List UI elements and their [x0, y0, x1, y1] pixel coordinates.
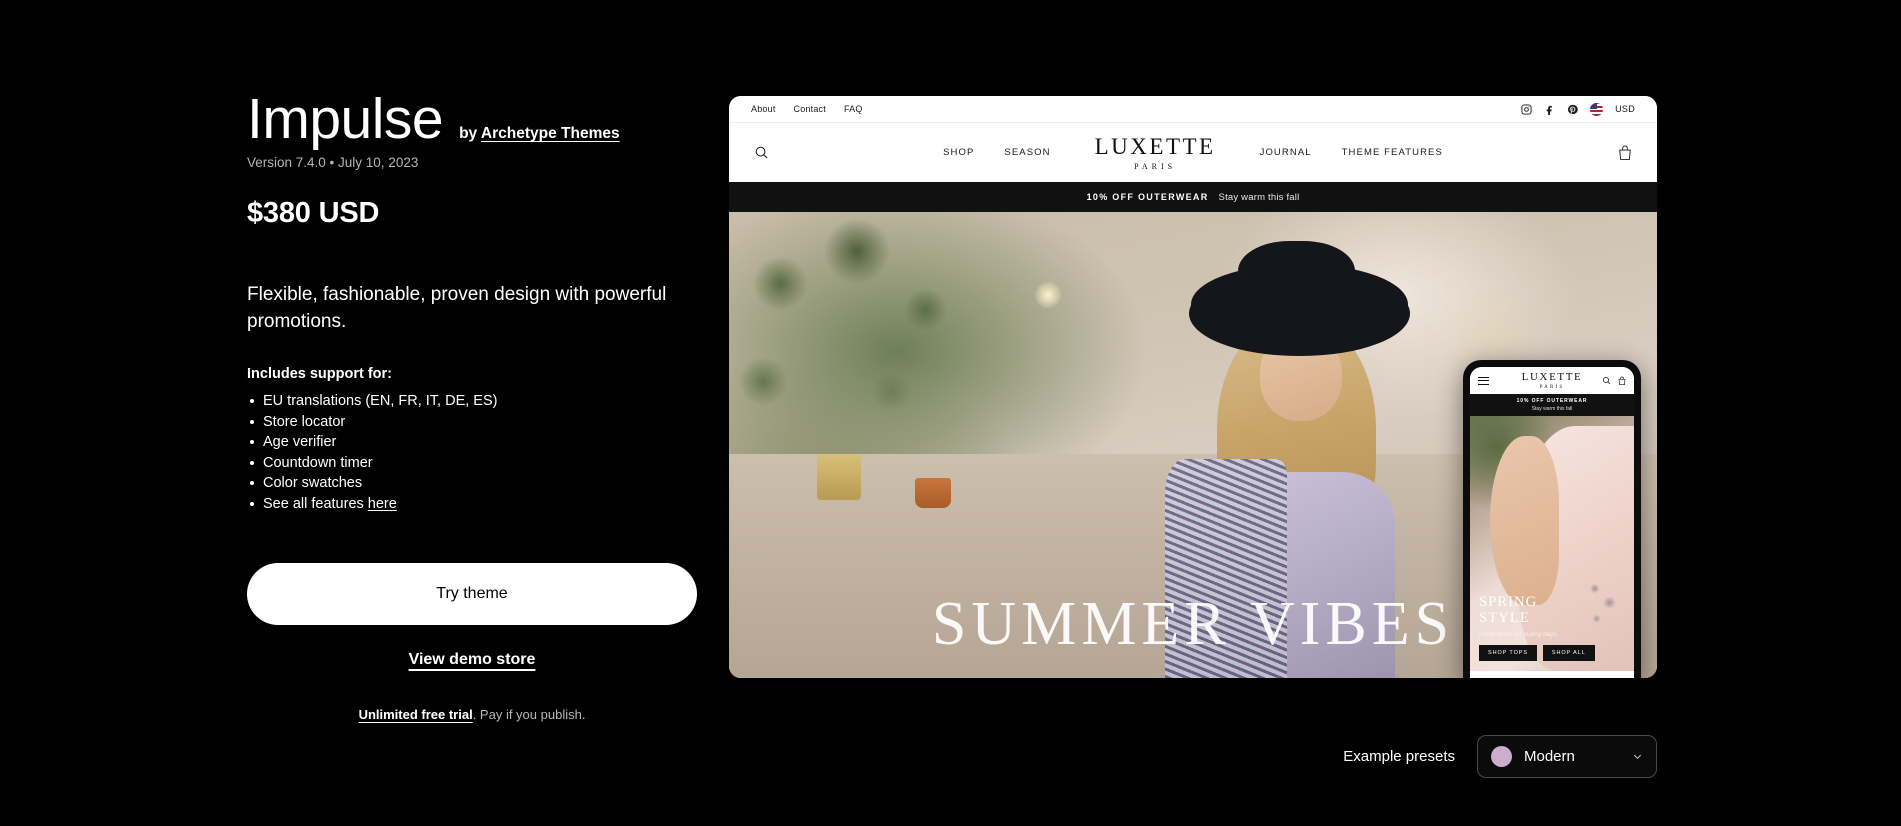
- preview-nav-journal[interactable]: JOURNAL: [1260, 147, 1312, 158]
- preview-main-nav: SHOP SEASON LUXETTE PARIS JOURNAL THEME …: [729, 123, 1657, 182]
- chevron-down-icon: [1633, 754, 1642, 760]
- version-date: Version 7.4.0 • July 10, 2023: [247, 155, 419, 171]
- tagline: Flexible, fashionable, proven design wit…: [247, 284, 667, 333]
- mobile-promo-bar: 10% OFF OUTERWEAR Stay warm this fall: [1470, 394, 1634, 416]
- includes-support-label: Includes support for:: [247, 366, 392, 383]
- title-row: Impulse by Archetype Themes: [247, 90, 717, 148]
- cart-icon[interactable]: [1618, 376, 1626, 386]
- hamburger-menu-icon[interactable]: [1478, 376, 1489, 385]
- preview-cart-button[interactable]: [1618, 145, 1632, 161]
- shop-tops-button[interactable]: SHOP TOPS: [1479, 645, 1537, 661]
- mobile-promo-normal: Stay warm this fall: [1531, 406, 1573, 412]
- preset-color-swatch: [1491, 746, 1512, 767]
- pinterest-icon[interactable]: [1567, 104, 1578, 115]
- by-prefix: by: [459, 125, 481, 142]
- hero-light: [1035, 281, 1062, 308]
- author-line: by Archetype Themes: [459, 125, 620, 143]
- mobile-hero-line1: SPRING: [1479, 593, 1538, 610]
- list-item: Countdown timer: [247, 453, 717, 474]
- shop-all-button[interactable]: SHOP ALL: [1542, 645, 1595, 661]
- example-presets-row: Example presets Modern: [1343, 735, 1657, 778]
- preview-link-contact[interactable]: Contact: [794, 104, 826, 114]
- instagram-icon[interactable]: [1521, 103, 1532, 115]
- promo-bold-text: 10% OFF OUTERWEAR: [1086, 192, 1209, 202]
- preview-search-button[interactable]: [754, 145, 769, 160]
- price: $380 USD: [247, 197, 380, 230]
- preview-utility-links: About Contact FAQ: [751, 104, 863, 114]
- trial-note-rest: . Pay if you publish.: [472, 706, 586, 722]
- example-presets-label: Example presets: [1343, 748, 1455, 765]
- preview-hero-image: SUMMER VIBES LUXETTE PARIS 10% OFF OUTER…: [729, 212, 1657, 678]
- theme-detail-page: Impulse by Archetype Themes Version 7.4.…: [0, 0, 1901, 826]
- logo-sub: PARIS: [1134, 161, 1177, 171]
- preview-link-about[interactable]: About: [751, 104, 776, 114]
- mobile-hero-text: SPRING STYLE Fresh looks for sunny days.…: [1479, 594, 1625, 661]
- theme-preview[interactable]: About Contact FAQ USD SHOP SEASON LUXETT…: [729, 96, 1657, 678]
- us-flag-icon: [1590, 102, 1604, 116]
- hero-planter: [817, 454, 862, 501]
- mobile-hero-model-arm: [1489, 436, 1559, 605]
- mobile-preview-mockup: LUXETTE PARIS 10% OFF OUTERWEAR Stay war…: [1463, 360, 1641, 678]
- promo-normal-text: Stay warm this fall: [1218, 191, 1300, 203]
- search-icon[interactable]: [1602, 376, 1611, 385]
- feature-list: EU translations (EN, FR, IT, DE, ES) Sto…: [247, 391, 717, 514]
- preview-promo-bar: 10% OFF OUTERWEAR Stay warm this fall: [729, 182, 1657, 212]
- preview-nav-theme-features[interactable]: THEME FEATURES: [1342, 147, 1443, 158]
- mobile-screen: LUXETTE PARIS 10% OFF OUTERWEAR Stay war…: [1470, 367, 1634, 678]
- mobile-promo-bold: 10% OFF OUTERWEAR: [1516, 398, 1588, 404]
- unlimited-free-trial-link[interactable]: Unlimited free trial: [359, 707, 473, 722]
- mobile-hero-line2: STYLE: [1479, 609, 1530, 626]
- mobile-nav: LUXETTE PARIS: [1470, 367, 1634, 394]
- facebook-icon[interactable]: [1544, 104, 1555, 115]
- page-title: Impulse: [247, 87, 444, 151]
- see-all-features-link[interactable]: here: [368, 496, 397, 512]
- list-item: EU translations (EN, FR, IT, DE, ES): [247, 391, 717, 412]
- hero-terracotta-pot: [914, 477, 951, 508]
- model-hat: [1189, 270, 1410, 357]
- feature-label: Countdown timer: [263, 454, 373, 471]
- list-item: Store locator: [247, 412, 717, 433]
- feature-label: EU translations (EN, FR, IT, DE, ES): [263, 393, 498, 410]
- mobile-hero-subtitle: Fresh looks for sunny days.: [1479, 631, 1559, 638]
- preview-social-currency: USD: [1521, 102, 1635, 116]
- currency-selector[interactable]: USD: [1615, 104, 1635, 114]
- preview-nav-links: SHOP SEASON LUXETTE PARIS JOURNAL THEME …: [729, 135, 1657, 171]
- list-item: Color swatches: [247, 473, 717, 494]
- feature-label: Age verifier: [263, 434, 337, 451]
- preview-nav-season[interactable]: SEASON: [1004, 147, 1050, 158]
- preset-selected-value: Modern: [1524, 748, 1575, 765]
- preview-store-logo[interactable]: LUXETTE PARIS: [1081, 135, 1230, 171]
- preset-select[interactable]: Modern: [1477, 735, 1657, 778]
- mobile-hero-image: SPRING STYLE Fresh looks for sunny days.…: [1470, 416, 1634, 671]
- search-icon: [755, 146, 768, 159]
- list-item: See all features here: [247, 494, 717, 515]
- view-demo-store-link[interactable]: View demo store: [409, 651, 536, 669]
- list-item: Age verifier: [247, 432, 717, 453]
- feature-label: See all features: [263, 495, 368, 512]
- trial-note: Unlimited free trial. Pay if you publish…: [359, 707, 586, 722]
- preview-link-faq[interactable]: FAQ: [844, 104, 863, 114]
- cart-icon: [1619, 145, 1631, 160]
- theme-info-panel: Impulse by Archetype Themes Version 7.4.…: [247, 90, 717, 722]
- try-theme-button[interactable]: Try theme: [247, 562, 697, 625]
- trial-wrap: Unlimited free trial. Pay if you publish…: [247, 707, 697, 722]
- logo-main: LUXETTE: [1094, 133, 1216, 159]
- preview-nav-shop[interactable]: SHOP: [943, 147, 974, 158]
- feature-label: Color swatches: [263, 475, 363, 492]
- mobile-hero-buttons: SHOP TOPS SHOP ALL: [1479, 645, 1625, 661]
- mobile-nav-icons: [1602, 376, 1626, 386]
- feature-label: Store locator: [263, 413, 346, 430]
- author-link[interactable]: Archetype Themes: [481, 125, 620, 142]
- preview-announcement-topbar: About Contact FAQ USD: [729, 96, 1657, 123]
- demo-link-wrap: View demo store: [247, 651, 697, 669]
